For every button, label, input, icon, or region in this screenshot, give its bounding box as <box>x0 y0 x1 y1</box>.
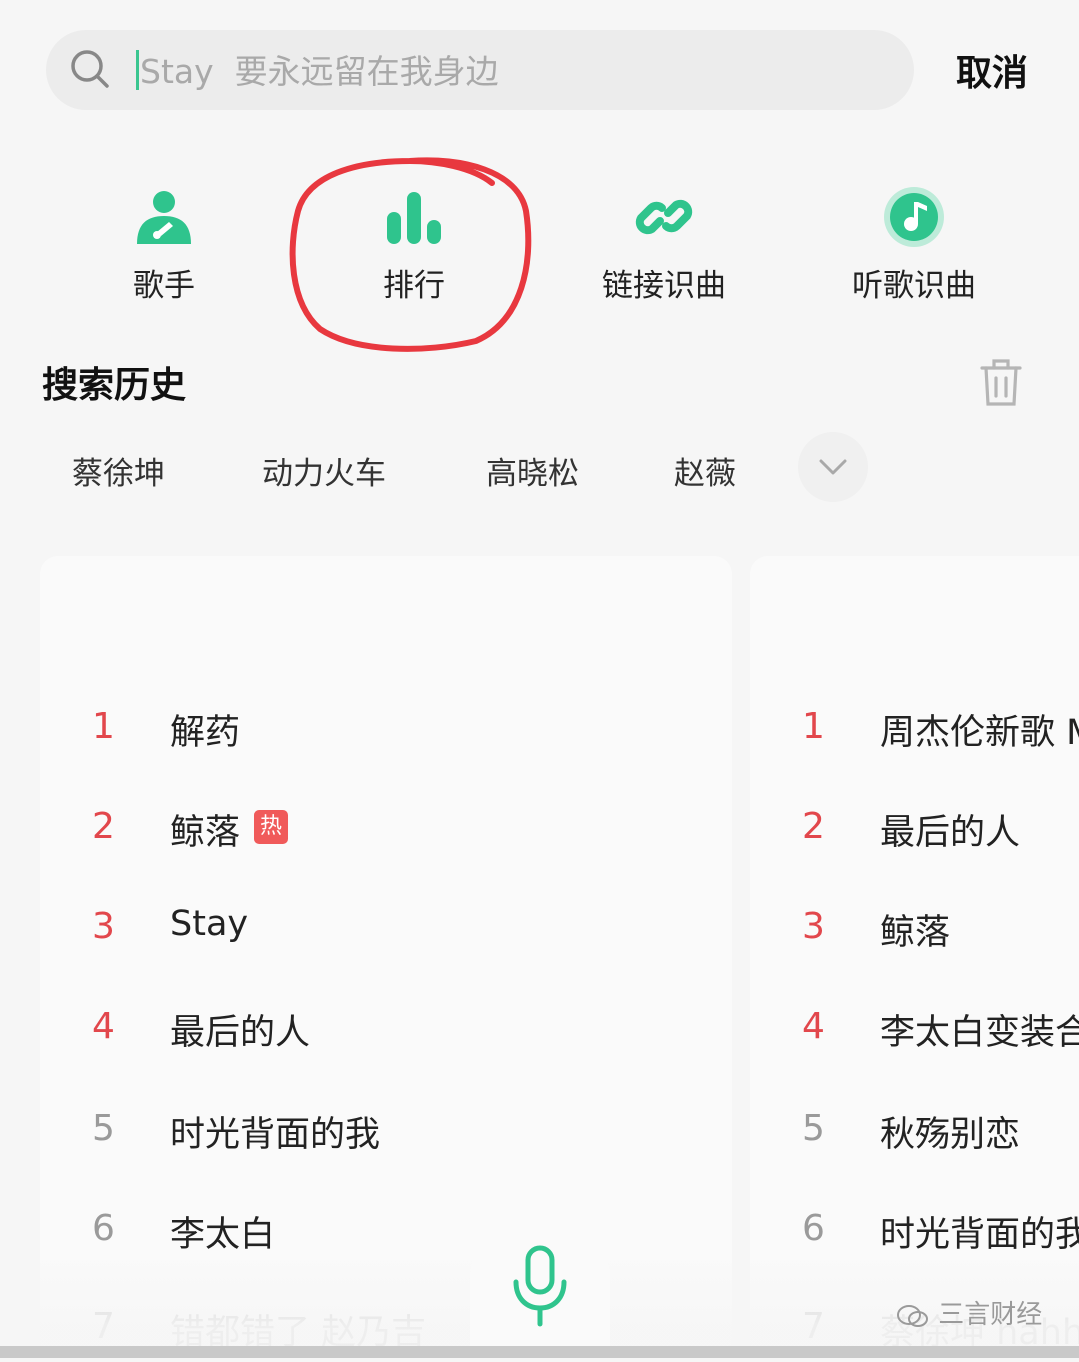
expand-history-button[interactable] <box>798 432 868 502</box>
song-title: 时光背面的我 <box>170 1115 381 1155</box>
rank-number: 5 <box>802 1108 825 1149</box>
rank-number: 6 <box>802 1208 825 1249</box>
music-recognize-icon <box>884 187 944 247</box>
rank-number: 1 <box>92 706 115 747</box>
entry-ranking-label: 排行 <box>383 268 445 304</box>
search-icon <box>71 50 109 88</box>
rank-number: 2 <box>802 806 825 847</box>
ranking-card-left[interactable]: 1 解药 2 鲸落 热 3 Stay 4 最后的人 5 时光背面的我 6 李太白… <box>40 556 732 1358</box>
trash-icon[interactable] <box>978 356 1024 408</box>
cancel-button[interactable]: 取消 <box>956 44 1028 96</box>
song-title: 鲸落 <box>170 813 241 853</box>
rank-number: 1 <box>802 706 825 747</box>
entry-link-recognize-label: 链接识曲 <box>602 268 726 304</box>
song-title: Stay <box>170 904 249 944</box>
rank-number: 3 <box>802 906 825 947</box>
search-input[interactable] <box>138 44 882 98</box>
entry-ranking[interactable]: 排行 <box>334 186 494 305</box>
hot-badge: 热 <box>254 810 288 844</box>
song-title: 秋殇别恋 <box>880 1115 1021 1155</box>
ranking-icon <box>387 192 441 244</box>
history-tag[interactable]: 动力火车 <box>262 448 386 493</box>
rank-number: 6 <box>92 1208 115 1249</box>
song-title: 解药 <box>170 713 241 753</box>
song-title: 鲸落 <box>880 913 951 953</box>
history-tag[interactable]: 赵薇 <box>674 448 736 493</box>
rank-number: 4 <box>802 1006 825 1047</box>
entry-listen-recognize[interactable]: 听歌识曲 <box>834 186 994 305</box>
song-title: 李太白变装合 <box>880 1013 1079 1053</box>
bottom-edge <box>0 1346 1079 1358</box>
song-title: 周杰伦新歌 M <box>880 713 1079 753</box>
entry-listen-recognize-label: 听歌识曲 <box>852 268 976 304</box>
song-title: 最后的人 <box>880 813 1021 853</box>
song-title: 最后的人 <box>170 1013 311 1053</box>
ranking-card-right[interactable]: 1 周杰伦新歌 M 2 最后的人 3 鲸落 4 李太白变装合 5 秋殇别恋 6 … <box>750 556 1079 1358</box>
rank-number: 4 <box>92 1006 115 1047</box>
microphone-icon <box>513 1245 567 1327</box>
rank-number: 2 <box>92 806 115 847</box>
entry-singer[interactable]: 歌手 <box>84 186 244 305</box>
rank-number: 5 <box>92 1108 115 1149</box>
voice-search-button[interactable] <box>470 1210 610 1358</box>
rank-number: 7 <box>802 1306 825 1347</box>
song-title: 李太白 <box>170 1215 276 1255</box>
history-tag[interactable]: 高晓松 <box>486 448 579 493</box>
entry-singer-label: 歌手 <box>133 268 195 304</box>
history-tag[interactable]: 蔡徐坤 <box>72 448 165 493</box>
watermark: 三言财经 <box>896 1294 1042 1331</box>
watermark-text: 三言财经 <box>938 1300 1043 1330</box>
song-title: 时光背面的我 <box>880 1215 1079 1255</box>
rank-number: 7 <box>92 1306 115 1347</box>
search-bar[interactable] <box>46 30 914 110</box>
chevron-down-icon <box>819 459 847 475</box>
rank-number: 3 <box>92 906 115 947</box>
singer-icon <box>137 191 191 244</box>
history-title: 搜索历史 <box>42 365 187 406</box>
wechat-icon <box>897 1304 928 1327</box>
entry-link-recognize[interactable]: 链接识曲 <box>584 186 744 305</box>
link-icon <box>635 199 693 235</box>
